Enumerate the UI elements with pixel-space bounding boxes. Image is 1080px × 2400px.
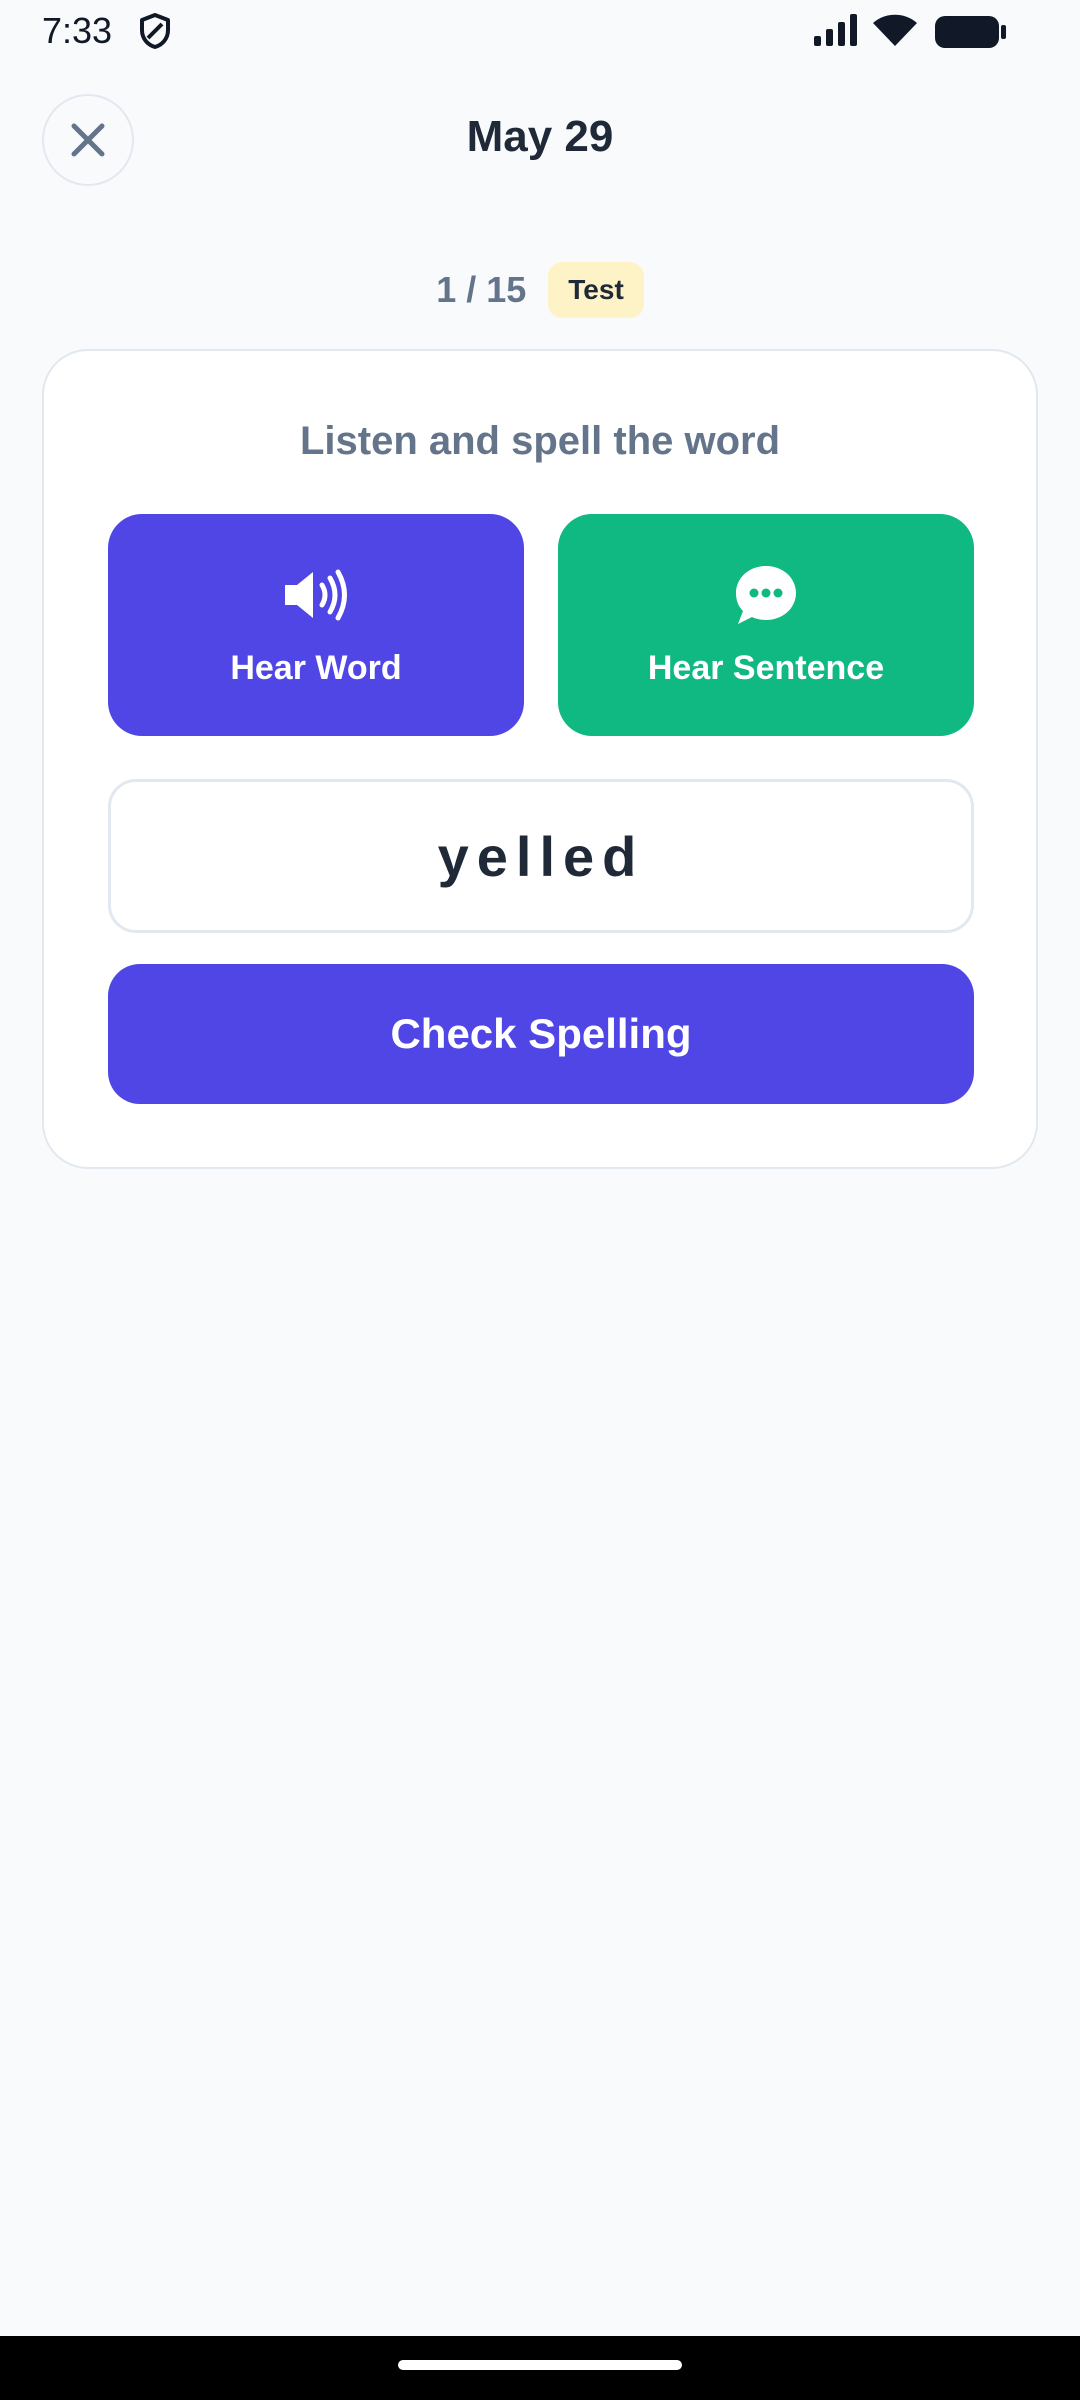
instruction-text: Listen and spell the word (299, 419, 781, 463)
wifi-icon (870, 10, 920, 55)
check-spelling-label: Check Spelling (390, 1010, 692, 1057)
signal-icon (812, 12, 860, 53)
hear-sentence-label: Hear Sentence (647, 648, 885, 687)
status-time: 7:33 (42, 10, 113, 51)
page-title: May 29 (466, 112, 614, 161)
speaker-icon (281, 563, 351, 627)
hear-sentence-button[interactable]: Hear Sentence (558, 514, 974, 736)
spelling-card: Listen and spell the word Hear Word Hear… (42, 349, 1038, 1169)
progress-count: 1 / 15 (436, 269, 527, 310)
battery-icon (934, 14, 1008, 55)
spelling-input[interactable] (108, 779, 974, 933)
progress-row: 1 / 15 Test (0, 262, 1080, 318)
shield-icon (138, 12, 172, 55)
mode-badge: Test (548, 262, 644, 318)
chat-bubble-icon (733, 563, 799, 627)
hear-word-label: Hear Word (230, 648, 402, 687)
status-bar: 7:33 (0, 0, 1080, 64)
home-indicator[interactable] (398, 2360, 682, 2370)
check-spelling-button[interactable]: Check Spelling (108, 964, 974, 1104)
hear-word-button[interactable]: Hear Word (108, 514, 524, 736)
